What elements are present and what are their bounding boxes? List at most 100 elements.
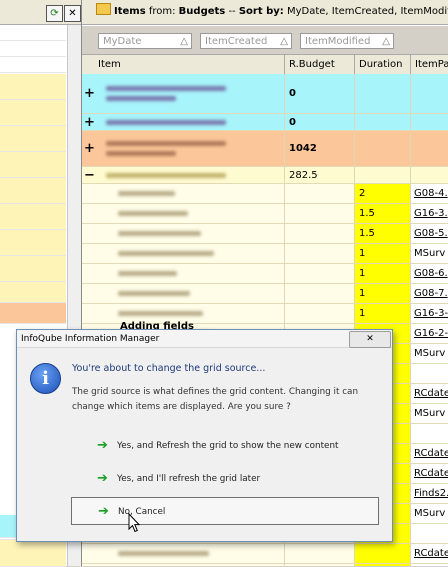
collapse-icon[interactable]: − [84, 169, 95, 182]
item-parent-cell[interactable] [411, 167, 448, 183]
budget-cell[interactable] [285, 304, 355, 323]
duration-cell[interactable] [355, 74, 411, 113]
expand-icon[interactable]: + [84, 116, 95, 129]
left-row[interactable] [0, 230, 66, 256]
item-parent-cell[interactable]: G16-2- [411, 324, 448, 343]
left-row[interactable] [0, 282, 66, 303]
dialog-close-button[interactable]: ✕ [349, 331, 391, 348]
refresh-icon[interactable]: ⟳ [46, 5, 63, 22]
table-row[interactable]: +0 [82, 74, 448, 114]
item-parent-cell[interactable]: G08-6. [411, 264, 448, 283]
item-parent-cell[interactable]: MSurv [411, 344, 448, 363]
item-parent-cell[interactable]: MSurv [411, 244, 448, 263]
table-row[interactable]: 1.5 G16-3. [82, 204, 448, 224]
item-cell[interactable]: + [82, 74, 285, 113]
item-cell[interactable] [82, 224, 285, 243]
item-parent-cell[interactable] [411, 364, 448, 383]
item-parent-cell[interactable] [411, 524, 448, 543]
duration-cell[interactable]: 1 [355, 244, 411, 263]
item-parent-cell[interactable]: G08-4. [411, 184, 448, 203]
item-parent-cell[interactable]: Finds2. [411, 484, 448, 503]
expand-icon[interactable]: + [84, 142, 95, 155]
refresh-later-option[interactable]: ➔ Yes, and I'll refresh the grid later [71, 465, 379, 493]
sort-field-itemcreated[interactable]: ItemCreated △ [200, 33, 292, 49]
left-row[interactable] [0, 178, 66, 204]
budget-cell[interactable]: 0 [285, 114, 355, 130]
item-parent-cell[interactable]: RCdate [411, 544, 448, 563]
item-parent-cell[interactable]: RCdate [411, 384, 448, 403]
cancel-option[interactable]: ➔ No, Cancel [71, 497, 379, 525]
budget-cell[interactable]: 0 [285, 74, 355, 113]
duration-cell[interactable] [355, 544, 411, 563]
item-cell[interactable] [82, 204, 285, 223]
item-cell[interactable]: − [82, 167, 285, 183]
column-header-itemparent[interactable]: ItemPa [411, 55, 448, 74]
budget-cell[interactable]: 282.5 [285, 167, 355, 183]
item-parent-cell[interactable]: G16-3- [411, 304, 448, 323]
close-icon[interactable]: ✕ [64, 5, 81, 22]
duration-cell[interactable]: 1 [355, 264, 411, 283]
table-row[interactable]: 1 G08-6. [82, 264, 448, 284]
left-row[interactable] [0, 152, 66, 178]
item-cell[interactable] [82, 264, 285, 283]
item-parent-cell[interactable]: G08-7. [411, 284, 448, 303]
item-cell[interactable] [82, 284, 285, 303]
item-cell[interactable] [82, 184, 285, 203]
duration-cell[interactable]: 1.5 [355, 224, 411, 243]
left-row[interactable] [0, 540, 66, 567]
table-row[interactable]: 1 G08-7. [82, 284, 448, 304]
expand-icon[interactable]: + [84, 87, 95, 100]
budget-cell[interactable] [285, 224, 355, 243]
column-header-item[interactable]: Item [82, 55, 285, 74]
table-row[interactable]: 1.5 G08-5. [82, 224, 448, 244]
duration-cell[interactable]: 1 [355, 304, 411, 323]
item-cell[interactable] [82, 244, 285, 263]
duration-cell[interactable]: 2 [355, 184, 411, 203]
item-cell[interactable] [82, 544, 285, 563]
item-parent-cell[interactable]: RCdate [411, 444, 448, 463]
item-parent-cell[interactable]: G08-5. [411, 224, 448, 243]
duration-cell[interactable]: 1.5 [355, 204, 411, 223]
table-row[interactable]: 2 G08-4. [82, 184, 448, 204]
budget-cell[interactable] [285, 204, 355, 223]
left-row[interactable] [0, 204, 66, 230]
left-row[interactable] [0, 303, 66, 324]
budget-cell[interactable]: 1042 [285, 131, 355, 166]
duration-cell[interactable] [355, 131, 411, 166]
item-parent-cell[interactable]: MSurv [411, 404, 448, 423]
sort-field-mydate[interactable]: MyDate △ [98, 33, 192, 49]
sort-field-itemmodified[interactable]: ItemModified △ [300, 33, 394, 49]
refresh-now-option[interactable]: ➔ Yes, and Refresh the grid to show the … [71, 432, 379, 460]
table-row[interactable]: +0 [82, 114, 448, 131]
table-row[interactable]: RCdate [82, 544, 448, 564]
item-cell[interactable]: + [82, 131, 285, 166]
left-row[interactable] [0, 25, 66, 41]
table-row[interactable]: − 282.5 [82, 167, 448, 184]
left-row[interactable] [0, 41, 66, 57]
duration-cell[interactable]: 1 [355, 284, 411, 303]
item-parent-cell[interactable]: MSurv [411, 504, 448, 523]
item-parent-cell[interactable]: G16-3. [411, 204, 448, 223]
budget-cell[interactable] [285, 244, 355, 263]
left-row[interactable] [0, 126, 66, 152]
table-row[interactable]: +1042 [82, 131, 448, 167]
item-parent-cell[interactable] [411, 424, 448, 443]
item-parent-cell[interactable]: RCdate [411, 464, 448, 483]
budget-cell[interactable] [285, 544, 355, 563]
left-row[interactable] [0, 74, 66, 100]
duration-cell[interactable] [355, 167, 411, 183]
column-header-duration[interactable]: Duration [355, 55, 411, 74]
column-header-rbudget[interactable]: R.Budget [285, 55, 355, 74]
duration-cell[interactable] [355, 114, 411, 130]
item-parent-cell[interactable] [411, 131, 448, 166]
budget-cell[interactable] [285, 264, 355, 283]
left-row[interactable] [0, 256, 66, 282]
item-parent-cell[interactable] [411, 74, 448, 113]
left-row[interactable] [0, 100, 66, 126]
table-row[interactable]: 1 MSurv [82, 244, 448, 264]
left-row[interactable] [0, 57, 66, 73]
budget-cell[interactable] [285, 184, 355, 203]
budget-cell[interactable] [285, 284, 355, 303]
item-cell[interactable]: + [82, 114, 285, 130]
item-parent-cell[interactable] [411, 114, 448, 130]
